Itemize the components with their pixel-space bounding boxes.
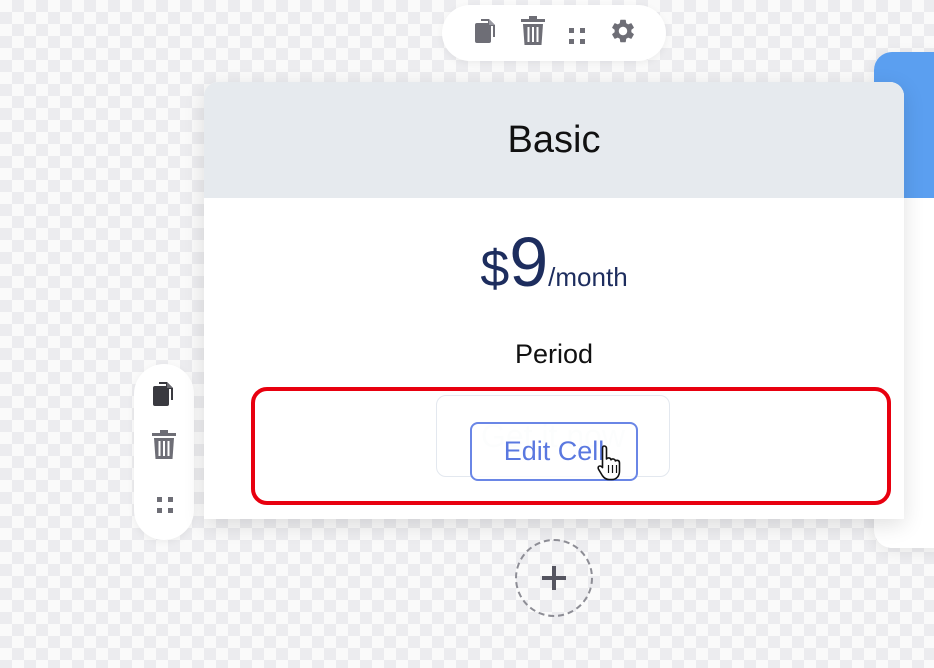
price-amount: 9 bbox=[509, 223, 549, 301]
card-header[interactable]: Basic bbox=[204, 82, 904, 198]
plus-icon bbox=[542, 566, 566, 590]
period-label[interactable]: Period bbox=[204, 339, 904, 370]
price[interactable]: $9/month bbox=[204, 222, 904, 302]
copy-icon[interactable] bbox=[471, 15, 501, 47]
drag-handle-icon[interactable] bbox=[568, 27, 586, 45]
side-toolbar bbox=[134, 364, 194, 540]
copy-icon[interactable] bbox=[149, 378, 179, 410]
trash-icon[interactable] bbox=[519, 16, 547, 46]
drag-handle-icon[interactable] bbox=[156, 496, 174, 514]
price-currency: $ bbox=[480, 240, 510, 298]
add-button[interactable] bbox=[515, 539, 593, 617]
price-period: /month bbox=[548, 262, 628, 292]
plan-name: Basic bbox=[507, 118, 601, 161]
top-toolbar bbox=[442, 5, 666, 61]
hand-cursor-icon bbox=[597, 445, 621, 481]
trash-icon[interactable] bbox=[150, 430, 178, 460]
gear-icon[interactable] bbox=[609, 17, 637, 45]
